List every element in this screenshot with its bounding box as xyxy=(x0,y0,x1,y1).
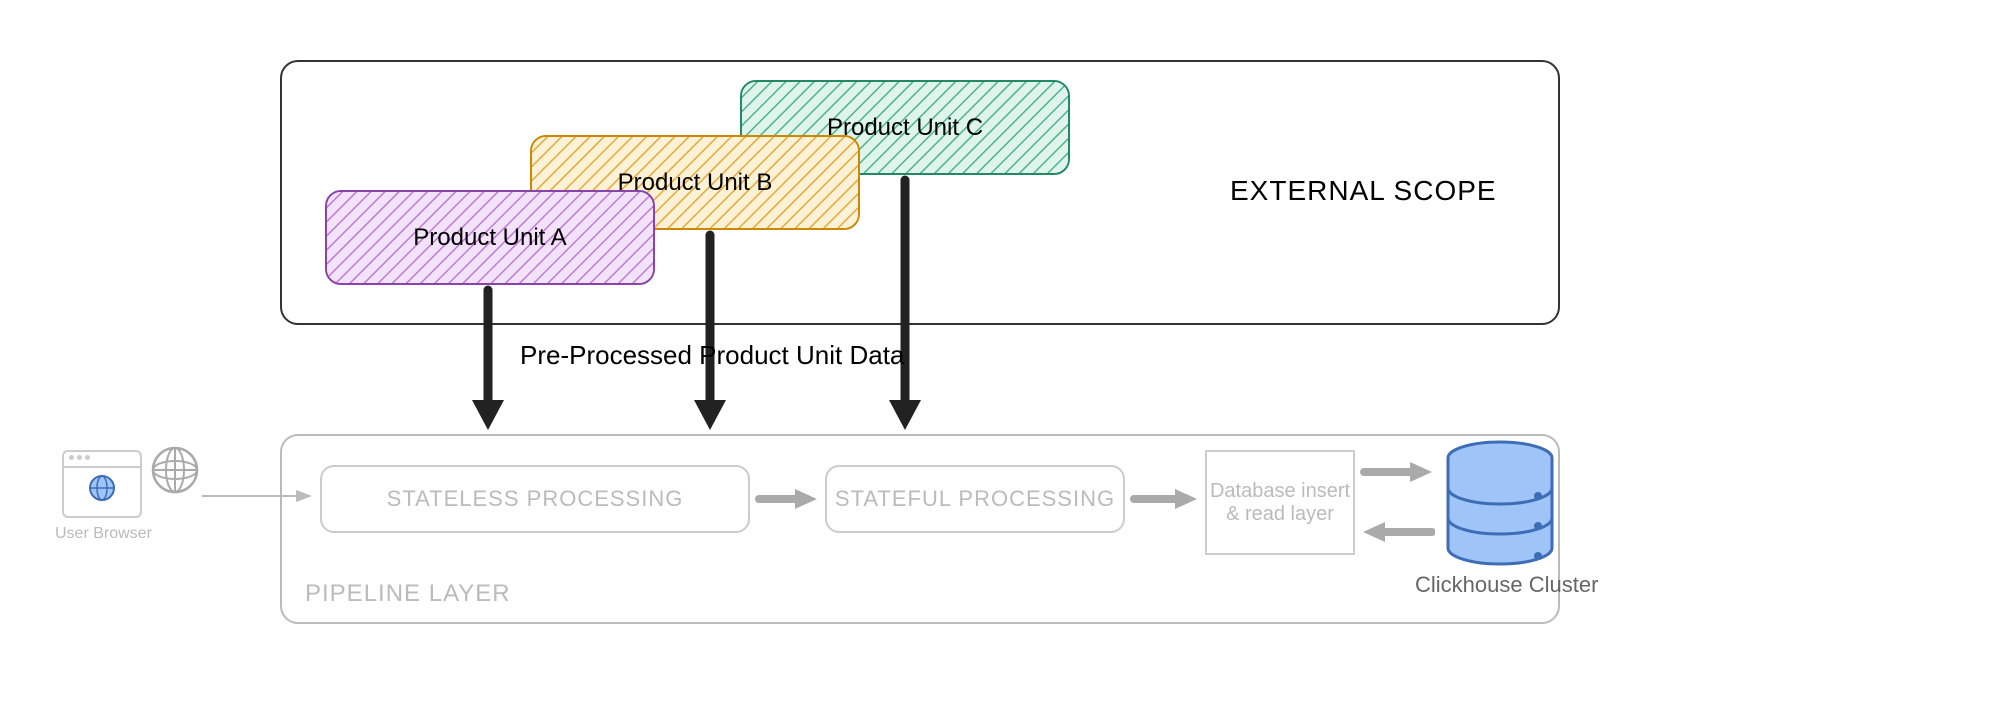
arrow-stateless-to-stateful xyxy=(755,487,820,516)
arrow-stateful-to-db xyxy=(1130,487,1200,516)
globe-icon xyxy=(87,473,117,503)
arrow-unit-b-down xyxy=(690,230,730,440)
stateless-label: STATELESS PROCESSING xyxy=(387,486,684,512)
user-browser-label: User Browser xyxy=(55,525,152,543)
product-unit-a-label: Product Unit A xyxy=(405,222,574,254)
product-unit-b-label: Product Unit B xyxy=(610,167,781,199)
db-layer-box: Database insert & read layer xyxy=(1205,450,1355,555)
stateless-processing-box: STATELESS PROCESSING xyxy=(320,465,750,533)
product-unit-c-label: Product Unit C xyxy=(819,112,991,144)
stateful-label: STATEFUL PROCESSING xyxy=(835,486,1115,512)
internet-globe-icon xyxy=(150,445,200,495)
arrow-db-to-cluster xyxy=(1360,460,1435,489)
user-browser-icon xyxy=(62,450,142,518)
clickhouse-cluster-icon xyxy=(1440,438,1560,568)
arrow-unit-a-down xyxy=(468,285,508,440)
stateful-processing-box: STATEFUL PROCESSING xyxy=(825,465,1125,533)
arrow-unit-c-down xyxy=(885,175,925,440)
db-layer-label: Database insert & read layer xyxy=(1207,480,1353,526)
clickhouse-cluster-label: Clickhouse Cluster xyxy=(1415,572,1598,598)
external-scope-label: EXTERNAL SCOPE xyxy=(1230,175,1497,207)
product-unit-a: Product Unit A xyxy=(325,190,655,285)
preprocessed-data-label: Pre-Processed Product Unit Data xyxy=(520,340,904,371)
pipeline-layer-label: PIPELINE LAYER xyxy=(305,580,511,608)
arrow-browser-to-pipeline xyxy=(200,486,315,511)
arrow-cluster-to-db xyxy=(1360,520,1435,549)
